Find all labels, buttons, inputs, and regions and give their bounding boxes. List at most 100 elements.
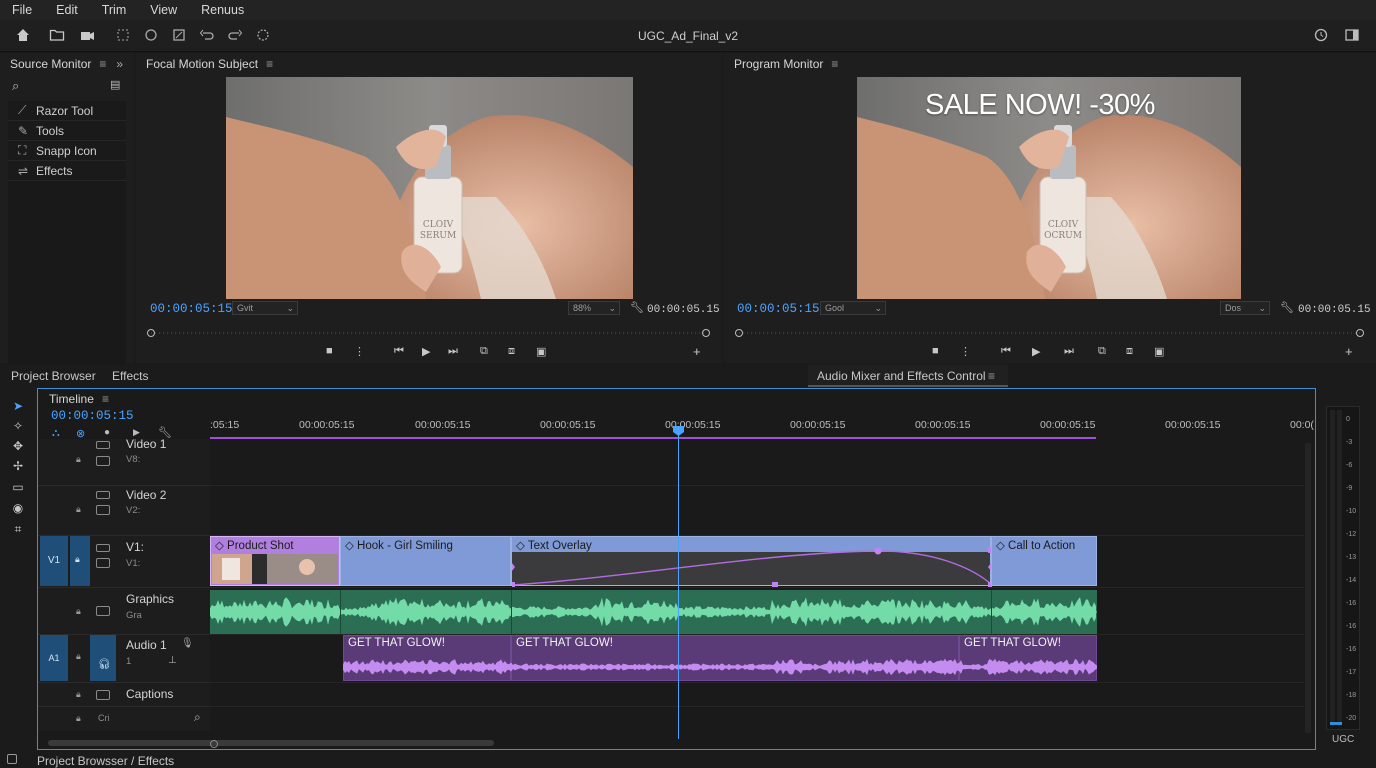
overwrite-icon[interactable]: ⧈ [508, 345, 515, 358]
bin-icon[interactable]: ▤ [110, 78, 120, 91]
magic-wand-icon[interactable]: ✧ [10, 419, 26, 435]
more-icon[interactable]: ⋮ [354, 345, 365, 358]
panel-menu-icon[interactable]: ≡ [266, 57, 273, 71]
panel-menu-icon[interactable]: ≡ [99, 57, 106, 71]
more-icon[interactable]: ⋮ [960, 345, 971, 358]
track-target-a1[interactable]: A1 [40, 635, 68, 681]
program-zoom-select[interactable]: Dos ⌄ [1220, 301, 1270, 315]
lane-video1[interactable] [210, 439, 1304, 486]
lane-captions[interactable] [210, 683, 1304, 707]
lock-icon[interactable]: 🔒︎ [76, 713, 81, 724]
panel-menu-icon[interactable]: ≡ [988, 369, 995, 383]
panel-menu-icon[interactable]: ≡ [831, 57, 838, 71]
lock-icon[interactable]: 🔒︎ [76, 606, 81, 617]
lane-extra[interactable] [210, 707, 1304, 731]
focal-fit-select[interactable]: Gvit ⌄ [232, 301, 298, 315]
monitor-icon[interactable] [96, 606, 110, 616]
keyframe-curve[interactable] [512, 537, 992, 587]
search-icon[interactable]: ⌕ [12, 78, 19, 94]
lane-audio1[interactable]: GET THAT GLOW! GET THAT GLOW! GET THAT G… [210, 635, 1304, 683]
selection-tool-icon[interactable]: ➤ [10, 399, 26, 415]
play-icon[interactable]: ▶ [422, 345, 430, 358]
playhead-handle[interactable] [672, 425, 685, 437]
step-back-icon[interactable]: ⏮︎ [1001, 345, 1011, 358]
lock-icon[interactable]: 🔒︎ [76, 454, 81, 465]
target-icon[interactable]: ◉ [10, 501, 26, 517]
panel-menu-icon[interactable]: ≡ [102, 392, 109, 406]
step-back-icon[interactable]: ⏮︎ [394, 345, 404, 358]
razor-tool-icon[interactable]: ⌗ [10, 522, 26, 538]
clip-product-shot[interactable]: ◇ Product Shot [210, 536, 340, 586]
menu-file[interactable]: File [0, 3, 44, 17]
time-ruler[interactable]: :05:15 00:00:05:15 00:00:05:15 00:00:05:… [210, 389, 1314, 439]
source-item-tools[interactable]: ✎ Tools [8, 121, 126, 141]
add-button-icon[interactable]: + [1345, 344, 1353, 359]
eye-icon[interactable] [96, 558, 110, 568]
program-timecode[interactable]: 00:00:05:15 [737, 302, 820, 316]
step-forward-icon[interactable]: ⏭︎ [1064, 345, 1074, 358]
source-item-razor-tool[interactable]: ⟋ Razor Tool [8, 101, 126, 121]
track-sync-v1[interactable]: 🔒︎ [70, 536, 90, 586]
stop-icon[interactable]: ■ [326, 345, 333, 357]
zoom-search-icon[interactable]: ⌕ [194, 710, 201, 725]
lock-icon[interactable]: 🔒︎ [76, 504, 81, 515]
tab-project-browser[interactable]: Project Browser [11, 369, 96, 383]
camera-icon[interactable] [96, 441, 110, 449]
menu-view[interactable]: View [138, 3, 189, 17]
wrench-icon[interactable]: 🔧︎ [630, 301, 644, 314]
program-fit-select[interactable]: Gool ⌄ [820, 301, 886, 315]
tab-audio-mixer[interactable]: Audio Mixer and Effects Control ≡ [808, 365, 1008, 387]
mic-icon[interactable]: 🎙︎ [181, 638, 194, 649]
export-frame-icon[interactable]: ▣ [1154, 345, 1164, 358]
panel-toggle-icon[interactable] [1343, 27, 1361, 45]
lane-graphics[interactable] [210, 588, 1304, 635]
clip-hook-girl-smiling[interactable]: ◇ Hook - Girl Smiling [340, 536, 511, 586]
status-checkbox-icon[interactable] [7, 754, 17, 764]
eye-icon[interactable] [96, 456, 110, 466]
stop-icon[interactable]: ■ [932, 345, 939, 357]
audio-clip-graphics[interactable] [210, 590, 1097, 634]
program-scrub-bar[interactable] [734, 328, 1366, 338]
menu-trim[interactable]: Trim [90, 3, 139, 17]
insert-icon[interactable]: ⧉ [1098, 345, 1106, 358]
export-frame-icon[interactable]: ▣ [536, 345, 546, 358]
track-select-icon[interactable]: ✢ [10, 459, 26, 475]
history-icon[interactable] [1312, 27, 1330, 45]
expand-icon[interactable]: » [116, 57, 123, 71]
menu-edit[interactable]: Edit [44, 3, 90, 17]
clip-text-overlay[interactable]: ◇ Text Overlay [511, 536, 992, 587]
lock-icon[interactable]: 🔒︎ [76, 689, 81, 700]
ripple-tool-icon[interactable]: ✥ [10, 439, 26, 455]
source-item-effects[interactable]: ⇌ Effects [8, 161, 126, 181]
slip-tool-icon[interactable]: ▭ [10, 480, 26, 496]
marker-icon[interactable]: ● [104, 427, 110, 438]
add-button-icon[interactable]: + [693, 344, 701, 359]
volume-icon[interactable]: ⊥ [168, 655, 177, 666]
tab-effects[interactable]: Effects [112, 369, 148, 383]
vertical-scrollbar[interactable] [1305, 443, 1311, 733]
clip-call-to-action[interactable]: ◇ Call to Action [991, 536, 1097, 586]
lane-video2[interactable] [210, 486, 1304, 536]
focal-timecode[interactable]: 00:00:05:15 [150, 302, 233, 316]
focal-zoom-select[interactable]: 88% ⌄ [568, 301, 620, 315]
timeline-timecode[interactable]: 00:00:05:15 [51, 409, 134, 423]
track-target-v1[interactable]: V1 [40, 536, 68, 586]
track-monitor-a1[interactable]: 🎧︎ [90, 635, 116, 681]
wrench-icon[interactable]: 🔧︎ [1280, 301, 1294, 314]
source-item-snapp-icon[interactable]: ⛶ Snapp Icon [8, 141, 126, 161]
focal-scrub-bar[interactable] [146, 328, 712, 338]
eye-icon[interactable] [96, 505, 110, 515]
scroll-handle[interactable] [210, 740, 218, 748]
program-video-frame[interactable]: CLOIV OCRUM SALE NOW! -30% [857, 77, 1241, 299]
focal-video-frame[interactable]: CLOIV SERUM [226, 77, 633, 299]
play-icon[interactable]: ▶ [1032, 345, 1040, 358]
step-forward-icon[interactable]: ⏭︎ [448, 345, 458, 358]
playhead-line[interactable] [678, 427, 679, 739]
horizontal-scrollbar[interactable] [48, 740, 494, 746]
insert-icon[interactable]: ⧉ [480, 345, 488, 358]
overwrite-icon[interactable]: ⧈ [1126, 345, 1133, 358]
lane-v1[interactable]: ◇ Product Shot ◇ Hook - Girl Smiling ◇ T… [210, 536, 1304, 588]
caption-icon[interactable] [96, 690, 110, 700]
camera-icon[interactable] [96, 491, 110, 499]
camera-icon[interactable] [96, 544, 110, 552]
